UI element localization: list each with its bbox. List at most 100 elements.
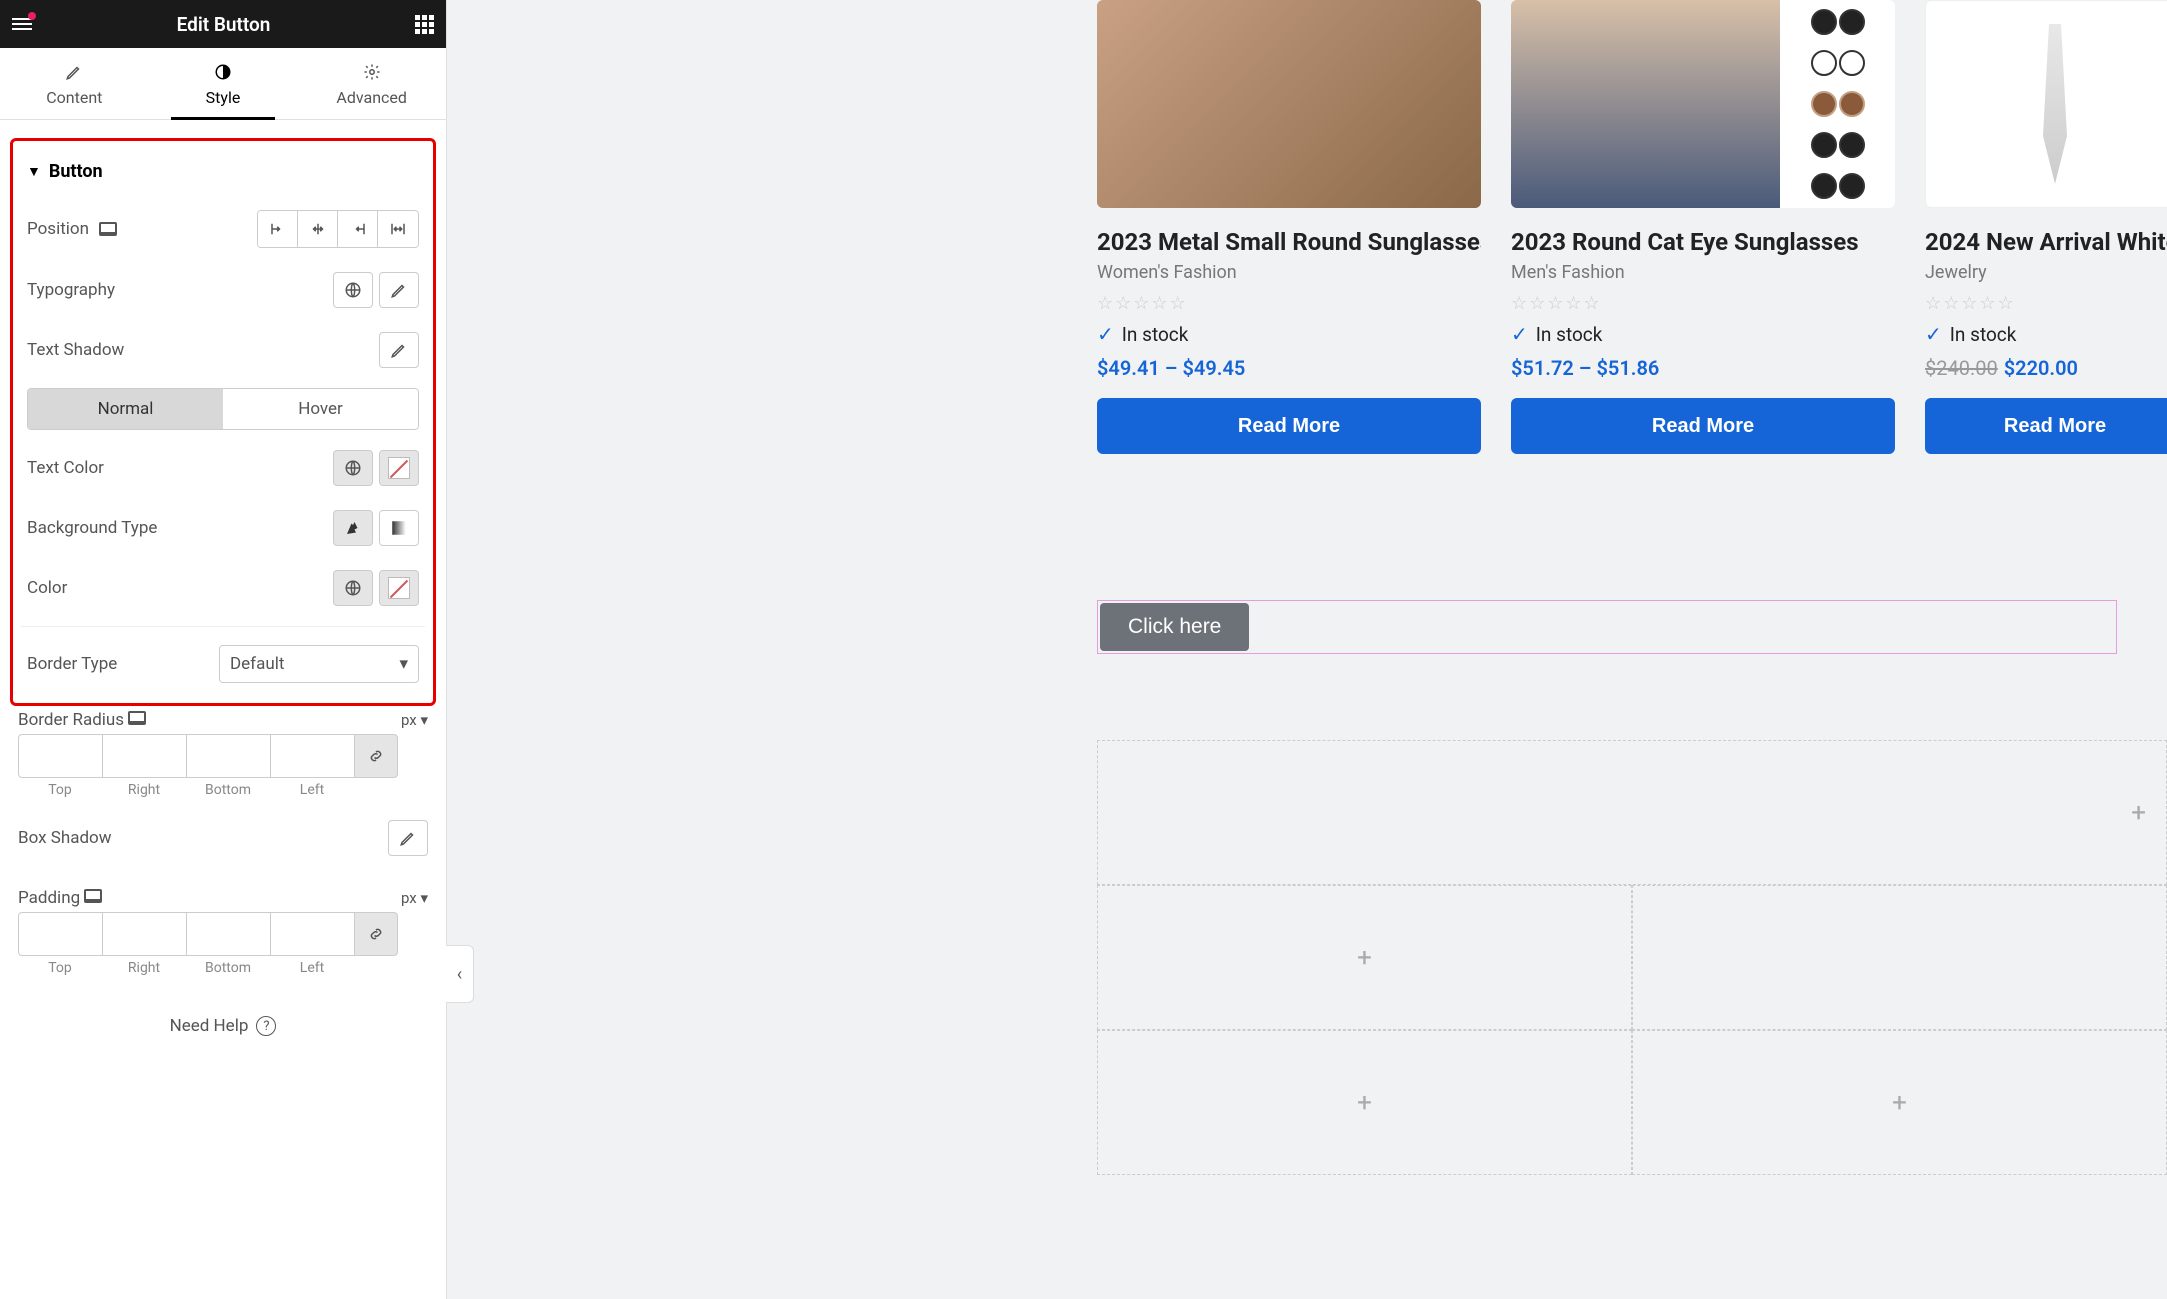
- read-more-button[interactable]: Read More: [1097, 398, 1481, 454]
- read-more-button[interactable]: Read More: [1925, 398, 2167, 454]
- padding-bottom-input[interactable]: [186, 912, 270, 956]
- globe-button[interactable]: [333, 570, 373, 606]
- product-price: $240.00$220.00: [1925, 356, 2167, 380]
- border-radius-inputs: [18, 734, 428, 778]
- product-title[interactable]: 2024 New Arrival White: [1925, 228, 2167, 256]
- add-section-placeholder[interactable]: +: [1097, 885, 1632, 1030]
- align-left-button[interactable]: [258, 211, 298, 247]
- tab-content[interactable]: Content: [0, 48, 149, 119]
- padding-top-input[interactable]: [18, 912, 102, 956]
- widgets-grid-icon[interactable]: [415, 15, 434, 34]
- tab-label: Style: [206, 88, 241, 107]
- state-hover-tab[interactable]: Hover: [223, 389, 418, 429]
- click-here-button[interactable]: Click here: [1100, 603, 1249, 651]
- layout-placeholders: + + + +: [1097, 740, 2167, 1175]
- rating-stars: ☆☆☆☆☆: [1097, 293, 1481, 314]
- align-center-button[interactable]: [298, 211, 338, 247]
- label-color: Color: [27, 578, 67, 598]
- label-background-type: Background Type: [27, 518, 157, 538]
- no-color-icon: [388, 577, 410, 599]
- border-type-select[interactable]: Default ▾: [219, 645, 419, 683]
- section-header-button[interactable]: ▼ Button: [21, 153, 425, 198]
- padding-left-input[interactable]: [270, 912, 354, 956]
- add-section-placeholder[interactable]: +: [1632, 1030, 2167, 1175]
- product-image[interactable]: [1511, 0, 1895, 208]
- unit-selector[interactable]: px ▾: [401, 889, 428, 907]
- row-border-type: Border Type Default ▾: [21, 626, 425, 695]
- radius-right-input[interactable]: [102, 734, 186, 778]
- product-title[interactable]: 2023 Metal Small Round Sunglasses: [1097, 228, 1481, 256]
- align-stretch-button[interactable]: [378, 211, 418, 247]
- align-right-button[interactable]: [338, 211, 378, 247]
- stock-status: ✓In stock: [1511, 322, 1895, 346]
- button-widget-container[interactable]: Click here: [1097, 600, 2117, 654]
- dimension-labels: Top Right Bottom Left: [18, 956, 428, 976]
- row-box-shadow: Box Shadow: [18, 798, 428, 878]
- gear-icon: [362, 62, 382, 82]
- product-category[interactable]: Men's Fashion: [1511, 262, 1895, 283]
- label-border-radius: Border Radius: [18, 710, 124, 730]
- tab-advanced[interactable]: Advanced: [297, 48, 446, 119]
- add-section-placeholder[interactable]: +: [1097, 1030, 1632, 1175]
- no-color-icon: [388, 457, 410, 479]
- state-normal-tab[interactable]: Normal: [28, 389, 223, 429]
- link-values-button[interactable]: [354, 734, 398, 778]
- product-image[interactable]: [1925, 0, 2167, 208]
- product-price: $49.41 – $49.45: [1097, 356, 1481, 380]
- color-swatch-button[interactable]: [379, 450, 419, 486]
- row-padding: Padding px ▾: [18, 878, 428, 912]
- row-text-shadow: Text Shadow: [21, 320, 425, 380]
- product-price: $51.72 – $51.86: [1511, 356, 1895, 380]
- rating-stars: ☆☆☆☆☆: [1925, 293, 2167, 314]
- tab-label: Content: [46, 88, 102, 107]
- radius-top-input[interactable]: [18, 734, 102, 778]
- row-color: Color: [21, 558, 425, 618]
- bg-gradient-button[interactable]: [379, 510, 419, 546]
- need-help-link[interactable]: Need Help ?: [18, 976, 428, 1056]
- read-more-button[interactable]: Read More: [1511, 398, 1895, 454]
- edit-text-shadow-button[interactable]: [379, 332, 419, 368]
- check-icon: ✓: [1511, 322, 1528, 346]
- edit-box-shadow-button[interactable]: [388, 820, 428, 856]
- padding-right-input[interactable]: [102, 912, 186, 956]
- hamburger-menu-icon[interactable]: [12, 18, 32, 30]
- notification-dot-icon: [28, 12, 36, 20]
- row-border-radius: Border Radius px ▾: [18, 700, 428, 734]
- bg-classic-button[interactable]: [333, 510, 373, 546]
- product-card: 2023 Metal Small Round Sunglasses Women'…: [1097, 0, 1481, 454]
- add-section-placeholder[interactable]: +: [1097, 740, 2167, 885]
- edit-typography-button[interactable]: [379, 272, 419, 308]
- label-position: Position: [27, 219, 89, 239]
- stock-status: ✓In stock: [1925, 322, 2167, 346]
- product-image[interactable]: [1097, 0, 1481, 208]
- color-swatch-button[interactable]: [379, 570, 419, 606]
- desktop-icon[interactable]: [84, 889, 102, 903]
- row-background-type: Background Type: [21, 498, 425, 558]
- radius-bottom-input[interactable]: [186, 734, 270, 778]
- globe-button[interactable]: [333, 450, 373, 486]
- link-values-button[interactable]: [354, 912, 398, 956]
- sidebar-header: Edit Button: [0, 0, 446, 48]
- desktop-icon[interactable]: [99, 222, 117, 236]
- add-section-placeholder[interactable]: [1632, 885, 2167, 1030]
- padding-inputs: [18, 912, 428, 956]
- product-title[interactable]: 2023 Round Cat Eye Sunglasses: [1511, 228, 1895, 256]
- radius-left-input[interactable]: [270, 734, 354, 778]
- chevron-down-icon: ▾: [399, 654, 408, 674]
- editor-sidebar: Edit Button Content Style Advanced: [0, 0, 447, 1299]
- label-text-shadow: Text Shadow: [27, 340, 124, 360]
- dimension-labels: Top Right Bottom Left: [18, 778, 428, 798]
- unit-selector[interactable]: px ▾: [401, 711, 428, 729]
- product-category[interactable]: Jewelry: [1925, 262, 2167, 283]
- label-padding: Padding: [18, 888, 80, 908]
- editor-tabs: Content Style Advanced: [0, 48, 446, 120]
- tab-style[interactable]: Style: [149, 48, 298, 119]
- desktop-icon[interactable]: [128, 711, 146, 725]
- globe-button[interactable]: [333, 272, 373, 308]
- highlighted-section: ▼ Button Position Typography: [10, 138, 436, 706]
- panel-body: ▼ Button Position Typography: [0, 120, 446, 1056]
- position-alignment-group: [257, 210, 419, 248]
- product-category[interactable]: Women's Fashion: [1097, 262, 1481, 283]
- preview-canvas: 2023 Metal Small Round Sunglasses Women'…: [447, 0, 2167, 1299]
- check-icon: ✓: [1925, 322, 1942, 346]
